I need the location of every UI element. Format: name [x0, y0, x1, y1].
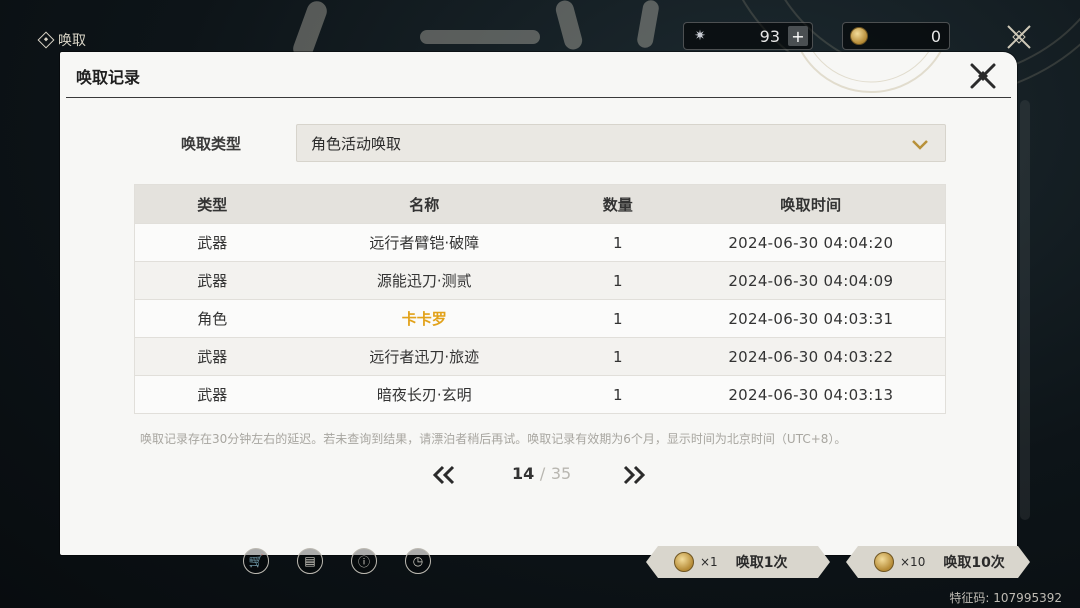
pagination: 14 / 35	[60, 460, 1017, 490]
cell-qty: 1	[613, 347, 623, 366]
cell-type: 武器	[197, 348, 228, 366]
coin-icon	[849, 26, 869, 46]
chevron-down-icon	[911, 137, 929, 150]
feature-code: 特征码: 107995392	[949, 591, 1062, 605]
total-pages: 35	[550, 464, 572, 483]
star-icon: ✷	[694, 28, 706, 44]
cell-name-highlight: 卡卡罗	[401, 310, 447, 328]
column-header-type: 类型	[197, 195, 228, 214]
column-header-time: 唤取时间	[780, 195, 842, 214]
pull1-label: 唤取1次	[735, 555, 788, 571]
cell-qty: 1	[613, 309, 623, 328]
record-table: 类型 名称 数量 唤取时间 武器 远行者臂铠·破障 1 2024-06-30 0…	[134, 184, 946, 414]
currency-star-counter: ✷ 93 +	[683, 22, 813, 50]
cell-time: 2024-06-30 04:04:20	[728, 233, 894, 252]
currency-coin-value: 0	[930, 26, 941, 46]
column-header-qty: 数量	[602, 195, 633, 214]
cell-time: 2024-06-30 04:03:13	[728, 385, 894, 404]
page-separator: /	[539, 464, 546, 483]
convene-ten-button[interactable]: ×10 唤取10次	[846, 546, 1030, 578]
cell-qty: 1	[613, 385, 623, 404]
cell-time: 2024-06-30 04:04:09	[728, 271, 894, 290]
header-decoration	[721, 52, 951, 98]
cell-qty: 1	[613, 233, 623, 252]
cell-type: 武器	[197, 234, 228, 252]
filter-label: 唤取类型	[181, 135, 242, 153]
currency-star-value: 93	[759, 26, 780, 46]
table-row: 武器 远行者臂铠·破障 1 2024-06-30 04:04:20	[135, 223, 945, 261]
table-header-row: 类型 名称 数量 唤取时间	[135, 185, 945, 223]
details-icon[interactable]: ▤	[297, 548, 323, 574]
table-row: 武器 源能迅刀·测贰 1 2024-06-30 04:04:09	[135, 261, 945, 299]
page-indicator: 14 / 35	[512, 464, 571, 483]
shop-icon[interactable]: 🛒	[243, 548, 269, 574]
current-page: 14	[512, 464, 535, 483]
info-icon[interactable]: ⓘ	[351, 548, 377, 574]
convene-record-dialog: 唤取记录 唤取类型 角色活动唤取 类型 名称 数量 唤取时间 武器 远行者臂铠·…	[60, 52, 1017, 555]
cell-name: 源能迅刀·测贰	[376, 272, 472, 290]
prev-page-icon[interactable]	[432, 464, 456, 486]
dropdown-selected-value: 角色活动唤取	[311, 134, 402, 153]
pull1-multiplier: ×1	[700, 555, 718, 569]
next-page-icon[interactable]	[622, 464, 646, 486]
filter-row: 唤取类型 角色活动唤取	[60, 124, 1017, 162]
history-icon[interactable]: ◷	[405, 548, 431, 574]
bottom-toolbar: 🛒 ▤ ⓘ ◷	[243, 548, 431, 574]
column-header-name: 名称	[409, 195, 440, 214]
cell-type: 角色	[197, 310, 228, 328]
dialog-title: 唤取记录	[76, 68, 141, 87]
pull10-multiplier: ×10	[900, 555, 926, 569]
table-row: 角色 卡卡罗 1 2024-06-30 04:03:31	[135, 299, 945, 337]
dialog-close-icon[interactable]	[969, 62, 997, 90]
cell-type: 武器	[197, 386, 228, 404]
cell-name: 远行者臂铠·破障	[369, 234, 480, 252]
section-label: 唤取	[58, 33, 86, 49]
add-currency-button[interactable]: +	[788, 26, 808, 46]
coin-icon	[874, 552, 894, 572]
currency-coin-counter: 0	[842, 22, 950, 50]
close-icon[interactable]	[1006, 24, 1032, 50]
pull10-label: 唤取10次	[943, 555, 1005, 571]
section-header: 唤取	[37, 30, 86, 50]
convene-type-dropdown[interactable]: 角色活动唤取	[296, 124, 946, 162]
cell-qty: 1	[613, 271, 623, 290]
table-row: 武器 远行者迅刀·旅迹 1 2024-06-30 04:03:22	[135, 337, 945, 375]
cell-time: 2024-06-30 04:03:31	[728, 309, 894, 328]
cell-type: 武器	[197, 272, 228, 290]
cell-name: 暗夜长刃·玄明	[376, 386, 472, 404]
delay-notice: 唤取记录存在30分钟左右的延迟。若未查询到结果，请漂泊者稍后再试。唤取记录有效期…	[140, 432, 847, 446]
dialog-header: 唤取记录	[66, 52, 1011, 98]
table-row: 武器 暗夜长刃·玄明 1 2024-06-30 04:03:13	[135, 375, 945, 413]
coin-icon	[674, 552, 694, 572]
cell-name: 远行者迅刀·旅迹	[369, 348, 480, 366]
cell-time: 2024-06-30 04:03:22	[728, 347, 894, 366]
convene-icon	[37, 31, 55, 49]
convene-once-button[interactable]: ×1 唤取1次	[646, 546, 830, 578]
